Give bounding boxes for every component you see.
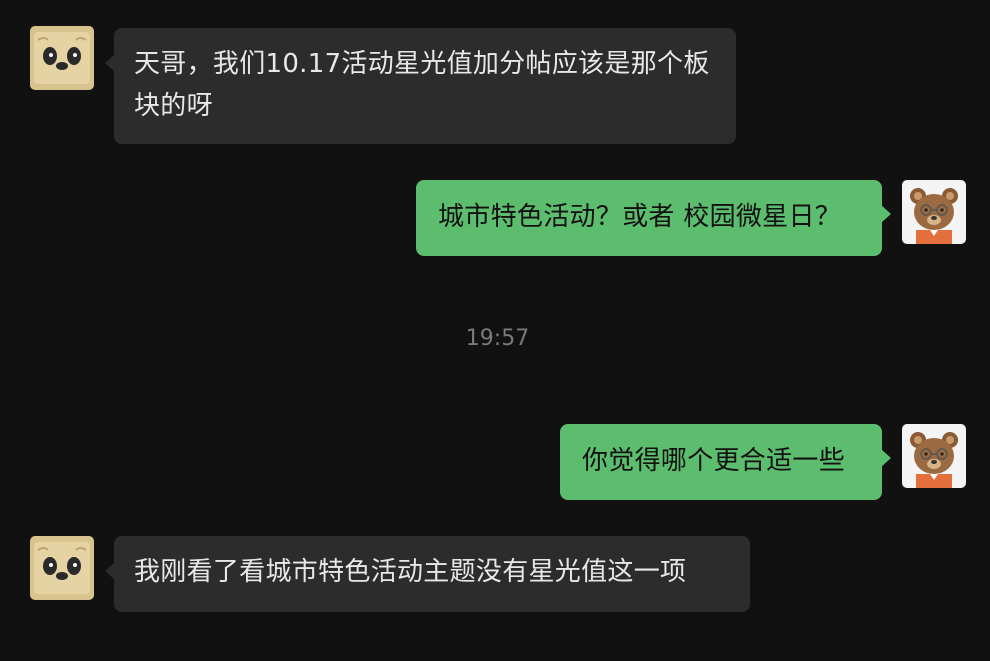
bear-avatar-icon[interactable] xyxy=(902,180,966,244)
chat-window: 天哥，我们10.17活动星光值加分帖应该是那个板块的呀 城市特色活动？或者 校园… xyxy=(0,0,990,661)
message-timestamp: 19:57 xyxy=(465,326,530,351)
panda-avatar-icon[interactable] xyxy=(30,26,94,90)
message-bubble-incoming[interactable]: 天哥，我们10.17活动星光值加分帖应该是那个板块的呀 xyxy=(105,28,736,144)
message-text: 天哥，我们10.17活动星光值加分帖应该是那个板块的呀 xyxy=(134,49,710,121)
message-text: 你觉得哪个更合适一些 xyxy=(582,446,846,476)
message-bubble-incoming[interactable]: 我刚看了看城市特色活动主题没有星光值这一项 xyxy=(105,536,750,612)
bear-avatar-icon[interactable] xyxy=(902,424,966,488)
message-text: 我刚看了看城市特色活动主题没有星光值这一项 xyxy=(134,557,687,587)
message-text: 城市特色活动？或者 校园微星日？ xyxy=(438,202,842,232)
message-bubble-outgoing[interactable]: 城市特色活动？或者 校园微星日？ xyxy=(416,180,891,256)
message-bubble-outgoing[interactable]: 你觉得哪个更合适一些 xyxy=(560,424,891,500)
panda-avatar-icon[interactable] xyxy=(30,536,94,600)
